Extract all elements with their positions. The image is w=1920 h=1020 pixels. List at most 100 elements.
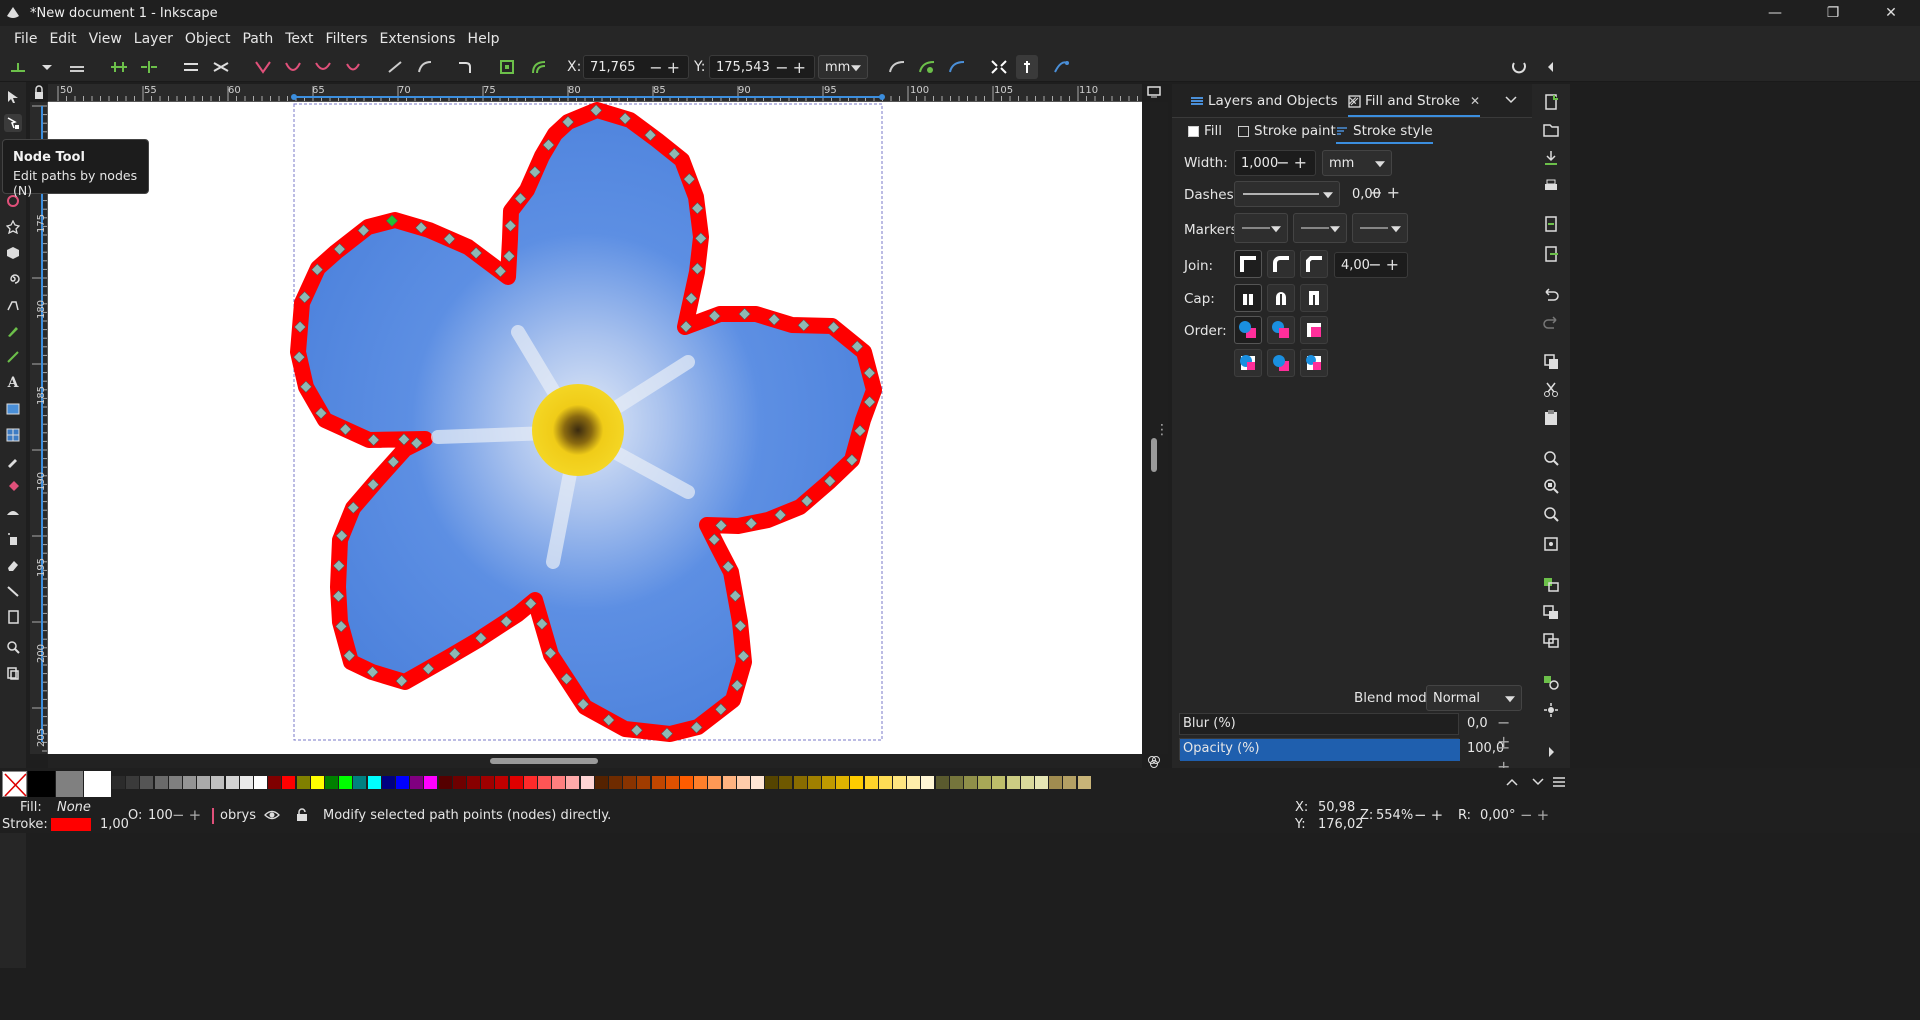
blur-slider[interactable]: Blur (%) 0,0 −+ (1179, 713, 1527, 751)
drawing-canvas[interactable] (48, 102, 1142, 754)
menu-file[interactable]: File (8, 31, 43, 47)
color-swatch[interactable] (1020, 776, 1034, 789)
undo-icon[interactable] (1542, 286, 1560, 302)
tab-fill-and-stroke[interactable]: Fill and Stroke ✕ (1348, 93, 1481, 117)
redo-icon[interactable] (1542, 314, 1560, 330)
symmetric-node-icon[interactable] (314, 59, 332, 75)
chevron-up-icon[interactable] (1506, 777, 1518, 787)
show-clipping-path-button[interactable] (1016, 55, 1038, 79)
stroke-to-path-icon[interactable] (530, 59, 548, 75)
color-swatch[interactable] (396, 776, 409, 789)
rotate-stepper-icon[interactable]: −+ (1520, 806, 1553, 824)
color-swatch[interactable] (623, 776, 637, 789)
color-swatch[interactable] (523, 776, 537, 789)
color-swatch[interactable] (978, 776, 992, 789)
color-swatch[interactable] (878, 776, 892, 789)
color-swatch[interactable] (424, 776, 438, 789)
color-swatch[interactable] (594, 776, 608, 789)
rotate-value[interactable]: 0,00° (1480, 808, 1515, 823)
auto-smooth-node-icon[interactable] (344, 59, 362, 75)
3d-box-tool-icon[interactable] (4, 244, 22, 262)
mid-marker-dropdown[interactable] (1293, 213, 1347, 243)
cut-icon[interactable] (1542, 382, 1560, 398)
group-icon[interactable] (1542, 674, 1560, 690)
x-stepper-icon[interactable]: −+ (649, 58, 684, 77)
tab-stroke-style[interactable]: Stroke style (1336, 123, 1433, 144)
opacity-slider[interactable]: Opacity (%) 100,0 −+ (1179, 738, 1527, 776)
spray-tool-icon[interactable] (4, 530, 22, 548)
star-tool-icon[interactable] (4, 218, 22, 236)
miter-limit-field[interactable]: 4,00 −+ (1334, 252, 1408, 278)
calligraphy-tool-icon[interactable] (4, 348, 22, 366)
color-swatch[interactable] (665, 776, 679, 789)
horizontal-scrollbar[interactable] (48, 754, 1142, 768)
order-markers-stroke-fill-button[interactable] (1300, 349, 1328, 377)
show-handles-icon[interactable] (918, 59, 936, 75)
color-swatch[interactable] (765, 776, 779, 789)
insert-node-icon[interactable] (9, 59, 27, 75)
duplicate-icon[interactable] (1542, 576, 1560, 592)
white-swatch[interactable] (84, 771, 111, 797)
join-nodes-icon[interactable] (110, 59, 128, 75)
copy-icon[interactable] (1542, 354, 1560, 370)
minimize-button[interactable]: — (1746, 0, 1804, 26)
blend-mode-dropdown[interactable]: Normal (1426, 685, 1522, 711)
opacity-status-value[interactable]: 100 (148, 808, 173, 823)
smooth-node-icon[interactable] (284, 59, 302, 75)
make-line-icon[interactable] (386, 59, 404, 75)
import-icon[interactable] (1542, 216, 1560, 232)
dock-handle-icon[interactable]: ⋮ (1155, 422, 1169, 438)
order-fill-markers-stroke-button[interactable] (1234, 349, 1262, 377)
clone-icon[interactable] (1542, 604, 1560, 620)
color-swatch[interactable] (310, 776, 324, 789)
color-swatch[interactable] (381, 776, 395, 789)
color-swatch[interactable] (1077, 776, 1091, 789)
color-swatch[interactable] (239, 776, 253, 789)
color-swatch[interactable] (410, 776, 424, 789)
menu-text[interactable]: Text (279, 31, 319, 47)
color-swatch[interactable] (907, 776, 921, 789)
vertical-scrollbar[interactable]: ⋮ (1142, 102, 1169, 754)
color-swatch[interactable] (154, 776, 168, 789)
unit-dropdown[interactable]: mm (818, 55, 868, 79)
menu-edit[interactable]: Edit (43, 31, 82, 47)
chevron-down-icon[interactable] (1532, 777, 1544, 787)
miter-join-button[interactable] (1234, 250, 1262, 278)
color-swatch[interactable] (779, 776, 793, 789)
color-swatch[interactable] (438, 776, 452, 789)
measure-tool-icon[interactable] (4, 664, 22, 682)
dash-offset-field[interactable]: 0,00 −+ (1346, 181, 1408, 207)
color-swatch[interactable] (168, 776, 182, 789)
break-path-icon[interactable] (140, 59, 158, 75)
color-swatch[interactable] (722, 776, 736, 789)
color-swatch[interactable] (964, 776, 977, 789)
color-swatch[interactable] (822, 776, 835, 789)
square-cap-button[interactable] (1300, 284, 1328, 312)
color-swatch[interactable] (850, 776, 864, 789)
add-corners-icon[interactable] (456, 59, 474, 75)
ungroup-icon[interactable] (1542, 702, 1560, 718)
color-swatch[interactable] (225, 776, 239, 789)
pen-tool-icon[interactable] (4, 296, 22, 314)
maximize-button[interactable]: ❐ (1804, 0, 1862, 26)
color-swatch[interactable] (651, 776, 665, 789)
delete-node-icon[interactable] (68, 59, 86, 75)
y-coordinate-field[interactable]: 175,543 −+ (709, 55, 815, 79)
bevel-join-button[interactable] (1300, 250, 1328, 278)
node-tool-icon[interactable] (4, 114, 22, 132)
selector-tool-icon[interactable] (4, 88, 22, 106)
color-swatch[interactable] (793, 776, 807, 789)
show-transform-handles-icon[interactable] (990, 59, 1008, 75)
color-swatch[interactable] (495, 776, 509, 789)
color-swatch[interactable] (708, 776, 722, 789)
color-swatch[interactable] (736, 776, 750, 789)
dash-offset-stepper-icon[interactable]: −+ (1369, 183, 1404, 202)
connector-tool-icon[interactable] (4, 582, 22, 600)
color-swatch[interactable] (609, 776, 622, 789)
print-icon[interactable] (1542, 178, 1560, 194)
width-stepper-icon[interactable]: −+ (1276, 153, 1311, 172)
show-outline-icon[interactable] (948, 59, 966, 75)
round-join-button[interactable] (1267, 250, 1295, 278)
color-swatch[interactable] (509, 776, 523, 789)
scrollbar-thumb[interactable] (1151, 438, 1157, 472)
